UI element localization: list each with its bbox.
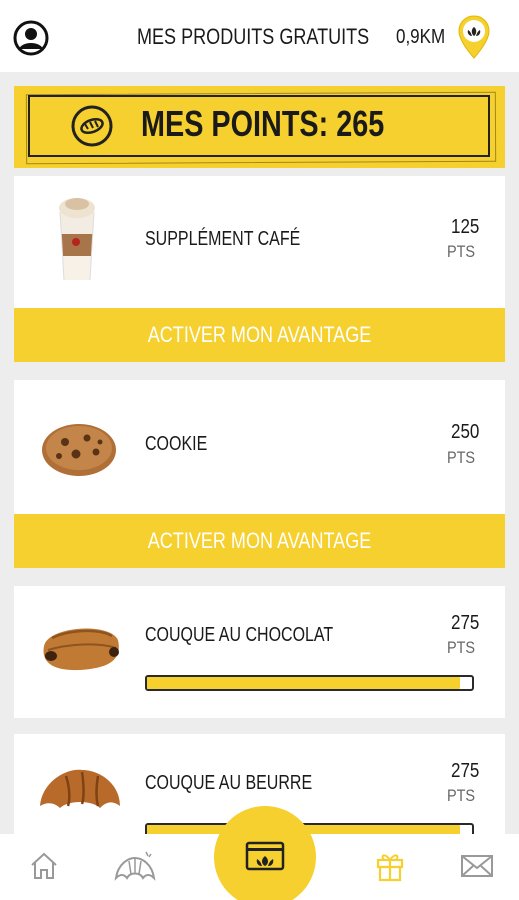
product-points-unit: PTS (446, 638, 475, 657)
coffee-glass-image (59, 198, 95, 281)
points-progress-bar (145, 675, 474, 691)
points-progress-fill (147, 677, 461, 689)
mail-icon[interactable] (460, 854, 494, 878)
activate-advantage-button[interactable]: ACTIVER MON AVANTAGE (14, 308, 505, 362)
product-points: 125 (450, 216, 479, 238)
activate-advantage-button[interactable]: ACTIVER MON AVANTAGE (14, 514, 505, 568)
page-title: MES PRODUITS GRATUITS (137, 24, 370, 49)
product-points-unit: PTS (446, 448, 475, 467)
activate-button-label: ACTIVER MON AVANTAGE (147, 528, 372, 553)
card-icon (245, 841, 285, 871)
product-name: COOKIE (145, 433, 208, 455)
points-banner: MES POINTS: 265 (14, 86, 505, 168)
app-header: MES PRODUITS GRATUITS 0,9KM (0, 0, 519, 72)
product-points: 275 (450, 612, 479, 634)
cookie-image (42, 424, 116, 476)
product-points-unit: PTS (446, 786, 475, 805)
bread-badge-icon (71, 105, 113, 147)
croissant-image (40, 769, 120, 808)
product-name: SUPPLÉMENT CAFÉ (145, 228, 301, 250)
product-points: 275 (450, 760, 479, 782)
profile-icon[interactable] (13, 20, 49, 56)
product-name: COUQUE AU BEURRE (145, 772, 313, 794)
gift-icon[interactable] (375, 850, 405, 882)
product-card: COUQUE AU CHOCOLAT 275 PTS (14, 586, 505, 718)
product-points-unit: PTS (446, 242, 475, 261)
home-icon[interactable] (28, 850, 60, 882)
loyalty-card-button[interactable] (214, 806, 316, 900)
pain-au-chocolat-image (43, 628, 119, 671)
croissant-icon[interactable] (112, 848, 158, 884)
product-points: 250 (450, 421, 479, 443)
activate-button-label: ACTIVER MON AVANTAGE (147, 322, 372, 347)
product-card: SUPPLÉMENT CAFÉ 125 PTS (14, 176, 505, 308)
location-pin-icon[interactable] (457, 14, 491, 60)
product-card: COOKIE 250 PTS (14, 380, 505, 514)
product-name: COUQUE AU CHOCOLAT (145, 624, 334, 646)
points-balance: MES POINTS: 265 (141, 103, 385, 144)
store-distance[interactable]: 0,9KM (396, 26, 445, 49)
